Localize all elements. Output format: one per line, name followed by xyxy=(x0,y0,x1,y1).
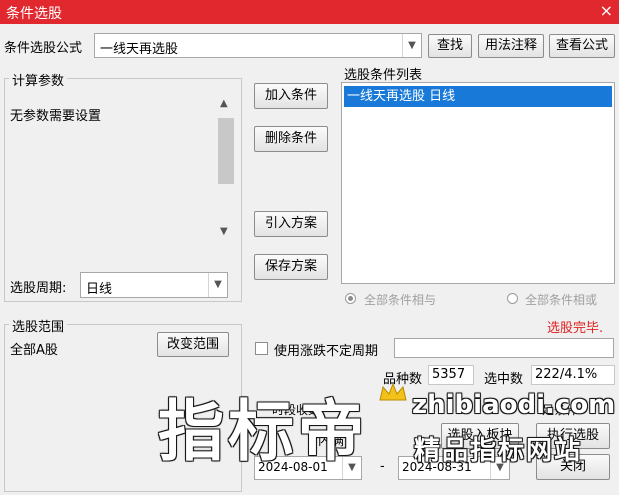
change-scope-button[interactable]: 改变范围 xyxy=(157,332,229,357)
find-button[interactable]: 查找 xyxy=(428,34,472,58)
selected-label: 选中数 xyxy=(484,372,524,387)
variable-period-label: 使用涨跌不定周期 xyxy=(274,344,379,359)
window-title: 条件选股 xyxy=(6,6,62,22)
conditions-list[interactable]: 一线天再选股 日线 xyxy=(341,82,615,284)
list-item[interactable]: 一线天再选股 日线 xyxy=(344,86,612,107)
radio-or-label: 全部条件相或 xyxy=(525,293,598,307)
period-label: 选股周期: xyxy=(10,281,67,296)
scrollbar-thumb[interactable] xyxy=(218,118,234,184)
scope-legend: 选股范围 xyxy=(9,316,68,335)
params-legend: 计算参数 xyxy=(9,70,68,89)
params-scrollbar[interactable]: ▲ ▼ xyxy=(216,96,236,244)
formula-label: 条件选股公式 xyxy=(4,41,83,56)
radio-or[interactable] xyxy=(507,293,518,304)
usage-notes-button[interactable]: 用法注释 xyxy=(478,34,544,58)
watermark-site-text: 精品指标网站 xyxy=(414,436,583,466)
formula-select[interactable]: 一线天再选股 ▼ xyxy=(94,33,422,58)
chevron-up-icon[interactable]: ▲ xyxy=(220,98,228,109)
title-bar: 条件选股 × xyxy=(0,0,619,24)
save-plan-button[interactable]: 保存方案 xyxy=(254,254,328,280)
selected-value: 222/4.1% xyxy=(531,365,615,385)
watermark-big-text: 指标帝 xyxy=(158,393,368,470)
delete-condition-button[interactable]: 删除条件 xyxy=(254,126,328,152)
close-icon[interactable]: × xyxy=(600,1,613,20)
conditions-title: 选股条件列表 xyxy=(344,68,423,83)
period-value: 日线 xyxy=(86,282,113,297)
chevron-down-icon[interactable]: ▼ xyxy=(220,226,228,237)
params-message: 无参数需要设置 xyxy=(10,109,102,124)
crown-icon xyxy=(378,382,408,404)
variable-period-checkbox[interactable] xyxy=(255,342,268,355)
count-value: 5357 xyxy=(428,365,474,385)
radio-and-label: 全部条件相与 xyxy=(364,293,437,307)
import-plan-button[interactable]: 引入方案 xyxy=(254,211,328,237)
add-condition-button[interactable]: 加入条件 xyxy=(254,83,328,109)
formula-value: 一线天再选股 xyxy=(100,42,179,57)
chevron-down-icon[interactable]: ▼ xyxy=(402,34,421,57)
status-text: 选股完毕. xyxy=(547,321,604,336)
date-separator: - xyxy=(380,459,385,474)
view-formula-button[interactable]: 查看公式 xyxy=(549,34,615,58)
period-select[interactable]: 日线 ▼ xyxy=(80,272,228,298)
chevron-down-icon[interactable]: ▼ xyxy=(208,273,227,297)
radio-and[interactable] xyxy=(345,293,356,304)
watermark-url: zhibiaodi.com xyxy=(412,390,616,420)
variable-period-input[interactable] xyxy=(394,338,614,358)
scope-value: 全部A股 xyxy=(10,343,58,358)
